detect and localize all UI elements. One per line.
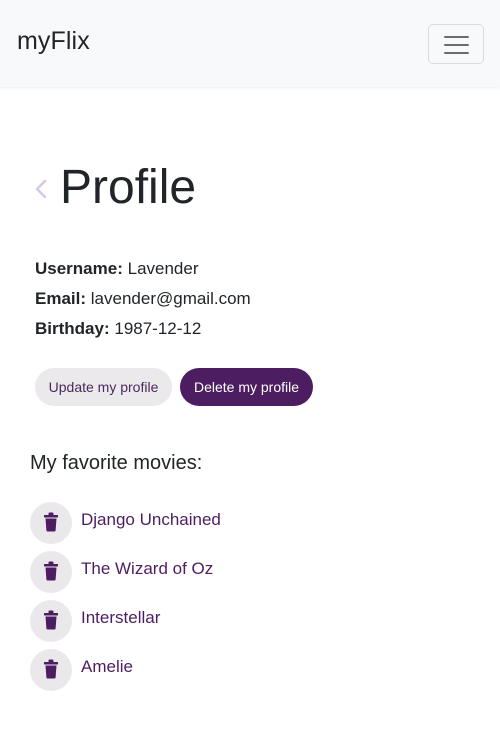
trash-icon [44,512,58,532]
movie-link[interactable]: The Wizard of Oz [81,559,213,579]
birthday-value: 1987-12-12 [114,319,202,338]
trash-icon [44,610,58,630]
hamburger-icon [444,36,469,38]
birthday-label: Birthday: [35,319,110,338]
username-label: Username: [35,259,123,278]
list-item: Django Unchained [30,502,330,544]
navbar-toggle-button[interactable] [428,24,484,64]
email-row: Email: lavender@gmail.com [35,288,251,310]
chevron-left-icon[interactable] [32,176,50,202]
remove-favorite-button[interactable] [30,551,72,593]
favorites-heading: My favorite movies: [30,452,203,474]
trash-icon [44,561,58,581]
movie-link[interactable]: Django Unchained [81,510,221,530]
remove-favorite-button[interactable] [30,600,72,642]
update-profile-button[interactable]: Update my profile [35,368,172,406]
brand-link[interactable]: myFlix [17,27,90,56]
username-row: Username: Lavender [35,258,199,280]
hamburger-icon-bar [444,52,469,54]
hamburger-icon-bar [444,44,469,46]
email-label: Email: [35,289,87,308]
list-item: Amelie [30,649,330,691]
remove-favorite-button[interactable] [30,502,72,544]
list-item: The Wizard of Oz [30,551,330,593]
movie-link[interactable]: Amelie [81,657,133,677]
movie-link[interactable]: Interstellar [81,608,160,628]
trash-icon [44,659,58,679]
remove-favorite-button[interactable] [30,649,72,691]
list-item: Interstellar [30,600,330,642]
birthday-row: Birthday: 1987-12-12 [35,318,201,340]
navbar: myFlix [0,0,500,87]
email-value: lavender@gmail.com [90,289,251,308]
page-title: Profile [60,161,197,214]
username-value: Lavender [127,259,199,278]
delete-profile-button[interactable]: Delete my profile [180,368,313,406]
